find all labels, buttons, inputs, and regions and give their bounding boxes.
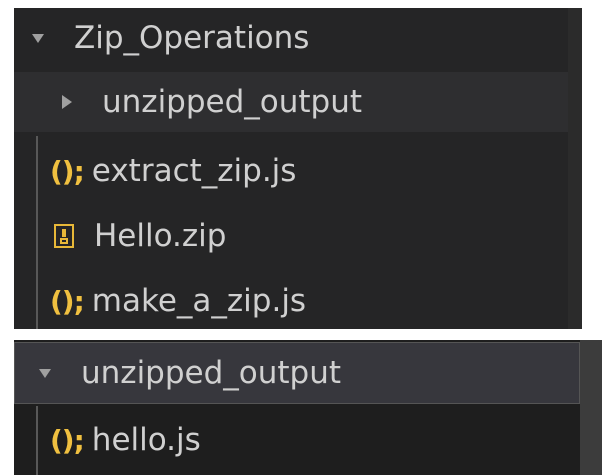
js-file-icon: (); xyxy=(50,284,85,318)
file-row-hello-js[interactable]: (); hello.js xyxy=(50,410,201,470)
indent-guide xyxy=(36,406,38,475)
scrollbar-track[interactable] xyxy=(568,8,582,329)
file-label: extract_zip.js xyxy=(91,153,297,189)
chevron-right-icon xyxy=(62,95,72,109)
file-row-make-a-zip[interactable]: (); make_a_zip.js xyxy=(50,271,306,329)
chevron-down-icon xyxy=(32,33,44,43)
file-row-extract-zip[interactable]: (); extract_zip.js xyxy=(50,141,296,201)
file-label: make_a_zip.js xyxy=(91,283,307,319)
explorer-tree-bottom: unzipped_output (); hello.js xyxy=(14,340,602,475)
js-file-icon: (); xyxy=(50,423,85,457)
file-row-hello-zip[interactable]: Hello.zip xyxy=(54,206,226,266)
folder-label: Zip_Operations xyxy=(74,20,310,56)
folder-row-unzipped-output[interactable]: unzipped_output xyxy=(14,72,568,132)
folder-row-zip-operations[interactable]: Zip_Operations xyxy=(32,8,309,68)
folder-label: unzipped_output xyxy=(81,355,342,391)
file-label: hello.js xyxy=(91,422,201,458)
js-file-icon: (); xyxy=(50,154,85,188)
file-label: Hello.zip xyxy=(94,218,227,254)
zip-file-icon xyxy=(54,224,74,248)
folder-label: unzipped_output xyxy=(102,84,363,120)
chevron-down-icon xyxy=(39,368,51,378)
folder-row-unzipped-output-selected[interactable]: unzipped_output xyxy=(14,342,580,404)
scrollbar-track[interactable] xyxy=(580,340,602,475)
explorer-tree-top: Zip_Operations unzipped_output (); extra… xyxy=(14,8,582,329)
indent-guide xyxy=(36,136,38,329)
